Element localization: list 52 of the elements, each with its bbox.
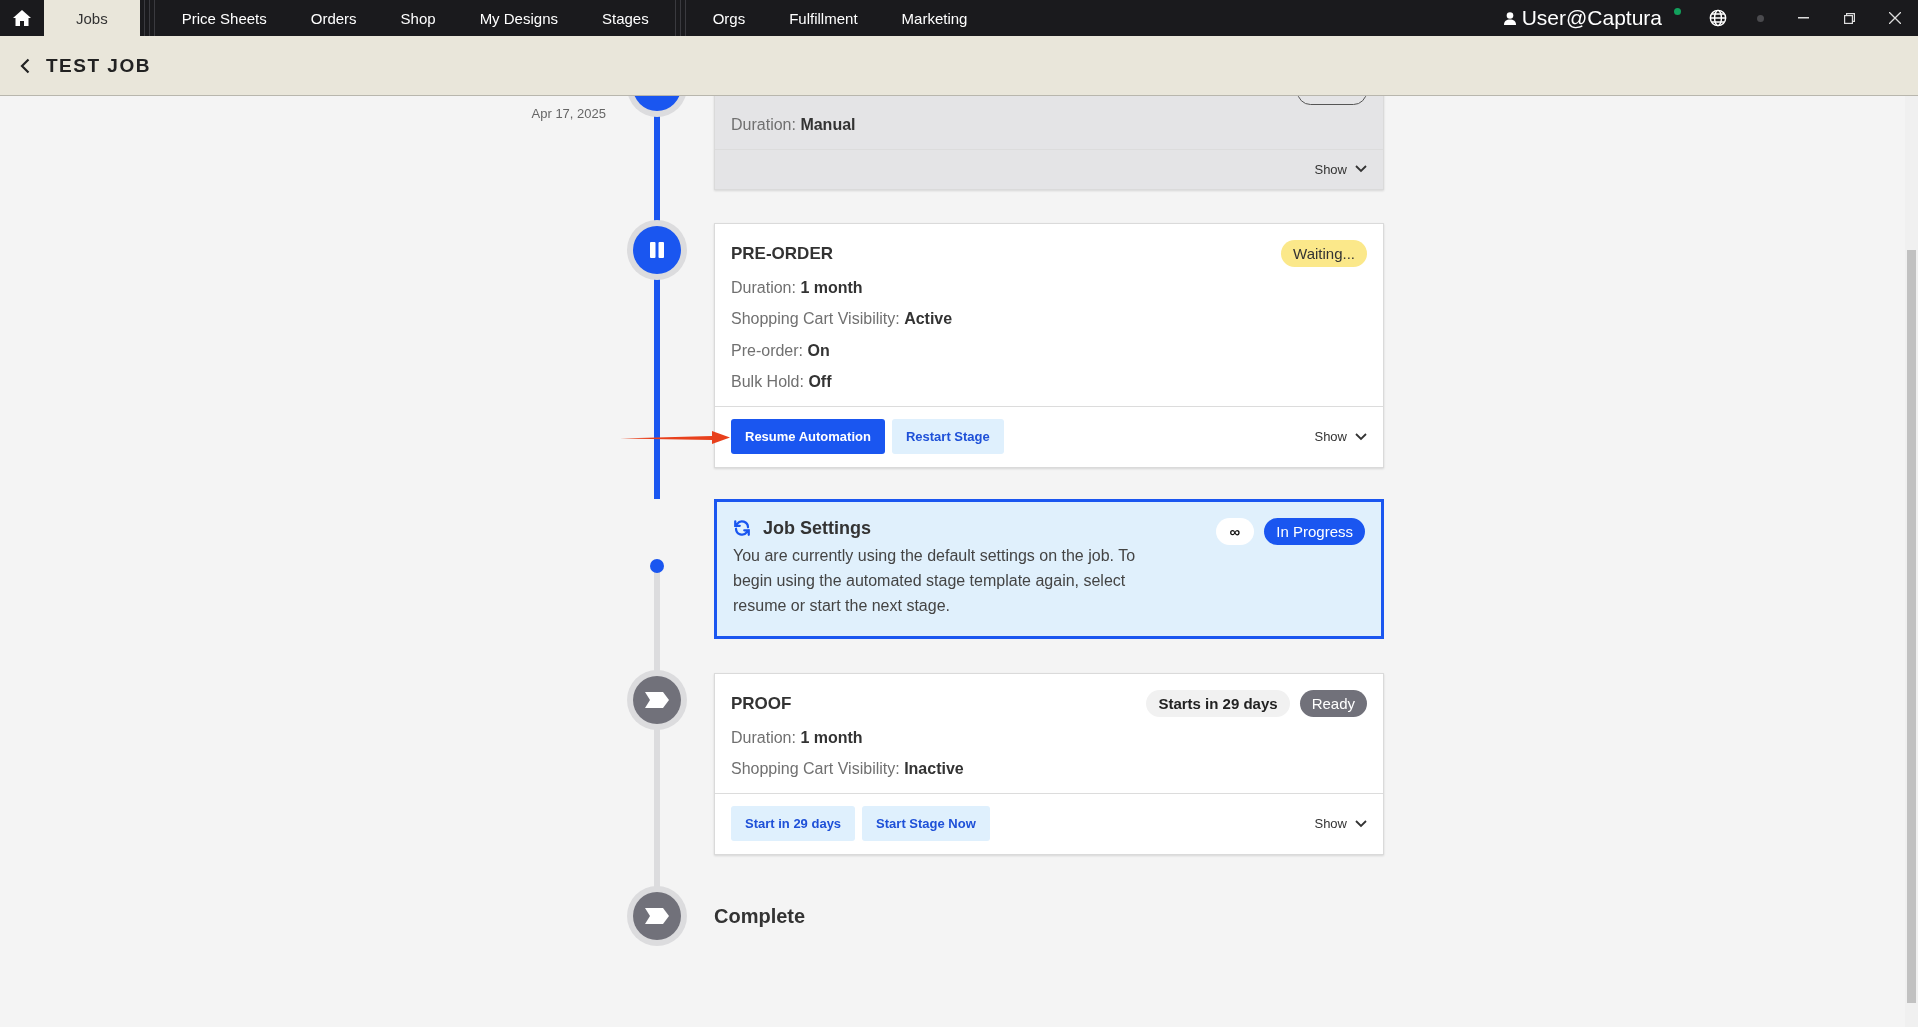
tag-icon [645,691,669,708]
nav-tab[interactable]: Orgs [690,0,768,36]
status-badge: Ready [1299,690,1367,717]
stage-detail: Shopping Cart Visibility: Inactive [731,759,965,779]
status-badge: ∞ [1215,517,1255,545]
stage-detail: Pre-order: On [731,340,831,361]
show-toggle[interactable]: Show [1314,161,1367,177]
status-dot-icon [1757,14,1764,22]
back-icon [20,57,30,74]
user-name[interactable]: User@Captura [1521,6,1662,30]
panel-title: Job Settings [763,517,871,539]
nav-tab[interactable]: Marketing [879,0,990,36]
stage-action-button[interactable]: Start Stage Now [862,806,990,841]
restore-icon [1843,12,1855,24]
stage-title: Complete [714,903,807,928]
show-toggle[interactable]: Show [1314,816,1367,831]
status-badge: In Progress [1264,517,1365,545]
scrollbar[interactable] [1905,96,1918,1027]
show-toggle[interactable]: Show [1314,429,1367,444]
stage-detail: Duration: 1 month [731,277,864,298]
stage-detail: Duration: Manual [731,115,857,135]
status-badge: Waiting... [1281,240,1367,267]
chevron-down-icon [1355,819,1367,828]
chevron-down-icon [1355,432,1367,441]
stage-detail: Duration: 1 month [731,727,864,748]
stage-detail: Shopping Cart Visibility: Active [731,309,954,329]
stage-action-button[interactable]: Resume Automation [731,419,885,454]
nav-tab[interactable]: Shop [378,0,458,36]
home-icon [13,10,31,26]
nav-tab[interactable]: Fulfillment [767,0,880,36]
user-icon [1503,11,1516,25]
stage-title: PRE-ORDER [731,243,833,264]
nav-tab[interactable]: My Designs [457,0,580,36]
nav-tab[interactable]: Orders [288,0,379,36]
globe-icon [1709,9,1727,27]
stage-action-button[interactable]: Restart Stage [891,419,1004,454]
stage-detail: Bulk Hold: Off [731,372,833,392]
chevron-down-icon [1355,165,1367,173]
panel-text: You are currently using the default settings on the job. To begin using the automated stage template again, select resume or start the next stage. [733,545,1137,616]
nav-tab[interactable]: Stages [580,0,671,36]
tag-icon [645,907,669,924]
minimize-icon [1797,17,1809,19]
status-badge: Starts in 29 days [1146,690,1290,717]
pause-icon [650,241,664,258]
stage-title: PROOF [731,693,792,714]
stage-date: Apr 17, 2025 [531,106,606,121]
nav-tab[interactable]: Jobs [44,0,140,36]
nav-tab[interactable]: Price Sheets [159,0,289,36]
stage-action-button[interactable]: Start in 29 days [731,806,856,841]
refresh-icon [733,519,751,537]
page-title: TEST JOB [46,54,151,77]
close-icon [1889,12,1901,24]
